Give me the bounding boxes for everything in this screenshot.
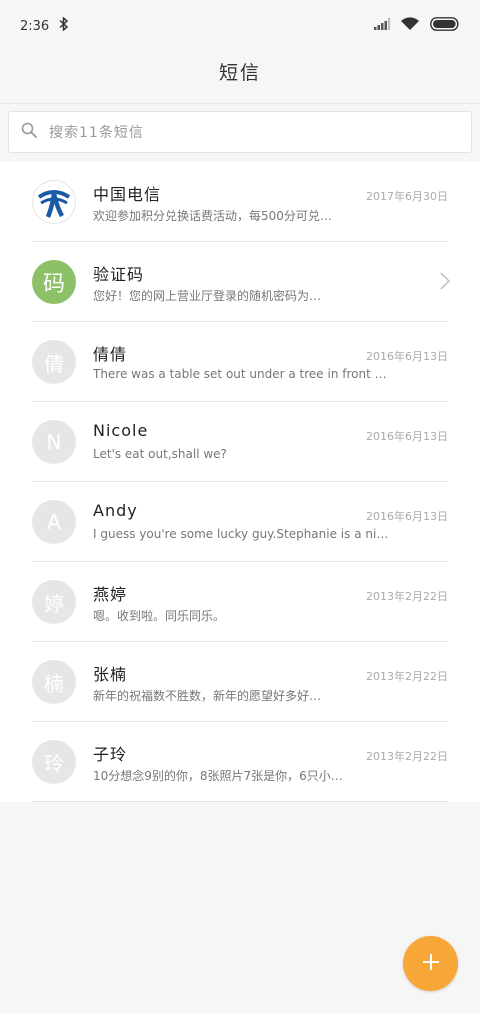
avatar: 码 xyxy=(32,260,76,304)
new-message-button[interactable] xyxy=(403,936,458,991)
bluetooth-icon xyxy=(59,16,69,35)
conversation-item[interactable]: 玲 子玲 2013年2月22日 10分想念9别的你，8张照片7张是你，6只小… xyxy=(0,722,480,802)
message-preview: 欢迎参加积分兑换话费活动，每500分可兑… xyxy=(93,209,332,223)
contact-name: Nicole xyxy=(93,421,149,440)
message-date: 2016年6月13日 xyxy=(366,510,448,523)
search-input[interactable]: 搜索11条短信 xyxy=(8,111,472,153)
conversation-item[interactable]: 中国电信 2017年6月30日 欢迎参加积分兑换话费活动，每500分可兑… xyxy=(0,162,480,242)
cellular-signal-icon xyxy=(374,18,390,34)
avatar: 玲 xyxy=(32,740,76,784)
contact-name: 子玲 xyxy=(93,745,128,764)
contact-name: 倩倩 xyxy=(93,345,128,364)
contact-name: 张楠 xyxy=(93,665,128,684)
conversation-item[interactable]: 婷 燕婷 2013年2月22日 嗯。收到啦。同乐同乐。 xyxy=(0,562,480,642)
search-icon xyxy=(21,122,37,142)
message-date: 2013年2月22日 xyxy=(366,750,448,763)
page-title: 短信 xyxy=(218,62,261,84)
message-date: 2017年6月30日 xyxy=(366,190,448,203)
avatar: 婷 xyxy=(32,580,76,624)
status-bar: 2:36 xyxy=(0,0,480,52)
avatar: A xyxy=(32,500,76,544)
wifi-icon xyxy=(400,17,420,35)
message-preview: 新年的祝福数不胜数，新年的愿望好多好… xyxy=(93,689,322,703)
avatar: 倩 xyxy=(32,340,76,384)
contact-name: Andy xyxy=(93,501,138,520)
china-telecom-logo-icon xyxy=(32,180,76,224)
message-preview: Let's eat out,shall we? xyxy=(93,447,227,461)
header-divider xyxy=(0,103,480,104)
message-preview: There was a table set out under a tree i… xyxy=(93,367,393,381)
contact-name: 验证码 xyxy=(93,265,145,284)
status-time: 2:36 xyxy=(20,18,50,34)
avatar: 楠 xyxy=(32,660,76,704)
conversation-item[interactable]: A Andy 2016年6月13日 I guess you're some lu… xyxy=(0,482,480,562)
message-date: 2016年6月13日 xyxy=(366,350,448,363)
message-preview: 嗯。收到啦。同乐同乐。 xyxy=(93,609,226,623)
plus-icon xyxy=(421,952,441,976)
contact-name: 中国电信 xyxy=(93,185,162,204)
chevron-right-icon[interactable] xyxy=(440,272,451,294)
message-preview: 您好！您的网上营业厅登录的随机密码为… xyxy=(93,289,322,303)
avatar: N xyxy=(32,420,76,464)
message-preview: I guess you're some lucky guy.Stephanie … xyxy=(93,527,393,541)
message-date: 2013年2月22日 xyxy=(366,590,448,603)
battery-icon xyxy=(430,17,460,35)
message-date: 2013年2月22日 xyxy=(366,670,448,683)
conversation-item[interactable]: 楠 张楠 2013年2月22日 新年的祝福数不胜数，新年的愿望好多好… xyxy=(0,642,480,722)
message-date: 2016年6月13日 xyxy=(366,430,448,443)
contact-name: 燕婷 xyxy=(93,585,128,604)
conversation-item[interactable]: N Nicole 2016年6月13日 Let's eat out,shall … xyxy=(0,402,480,482)
search-placeholder: 搜索11条短信 xyxy=(49,125,144,141)
message-preview: 10分想念9别的你，8张照片7张是你，6只小… xyxy=(93,769,343,783)
conversation-item[interactable]: 码 验证码 您好！您的网上营业厅登录的随机密码为… xyxy=(0,242,480,322)
conversation-item[interactable]: 倩 倩倩 2016年6月13日 There was a table set ou… xyxy=(0,322,480,402)
divider xyxy=(32,801,448,802)
conversation-list: 中国电信 2017年6月30日 欢迎参加积分兑换话费活动，每500分可兑… 码 … xyxy=(0,162,480,802)
